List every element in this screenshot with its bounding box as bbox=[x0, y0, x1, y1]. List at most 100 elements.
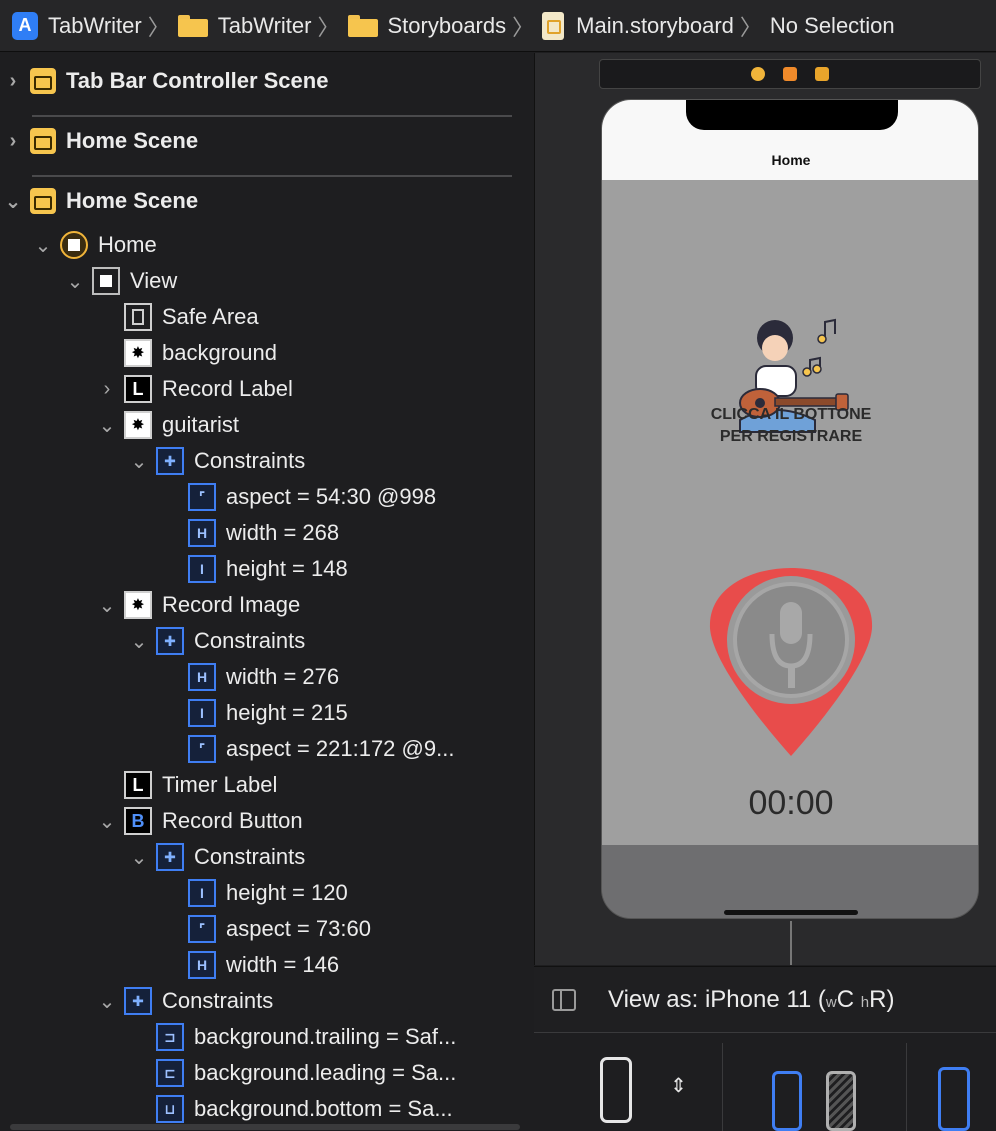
outline-item-record-button[interactable]: ⌄ B Record Button bbox=[98, 803, 303, 839]
outline-item-label: background.trailing = Saf... bbox=[194, 1024, 457, 1049]
outline-item-label: Timer Label bbox=[162, 772, 278, 797]
outline-item-home[interactable]: ⌄ Home bbox=[34, 227, 157, 263]
breadcrumb-selection[interactable]: No Selection bbox=[770, 13, 895, 39]
record-button[interactable] bbox=[706, 568, 876, 758]
outline-item-constraints[interactable]: ⌄ ✚ Constraints bbox=[130, 443, 305, 479]
iphone-scene-preview[interactable]: Home CLICCA IL BOTTONE PER REGISTRARE 00… bbox=[601, 99, 979, 919]
device-notch bbox=[686, 100, 898, 130]
outline-item-label: aspect = 54:30 @998 bbox=[226, 484, 437, 509]
chevron-down-icon[interactable]: ⌄ bbox=[98, 413, 116, 438]
chevron-right-icon[interactable]: › bbox=[4, 70, 22, 93]
outline-item-constraints[interactable]: ⌄ ✚ Constraints bbox=[130, 839, 305, 875]
chevron-down-icon[interactable]: ⌄ bbox=[130, 845, 148, 870]
outline-item-view-constraints[interactable]: ⌄ ✚ Constraints bbox=[98, 983, 273, 1019]
chevron-down-icon[interactable]: ⌄ bbox=[98, 593, 116, 618]
outline-item-label: width = 268 bbox=[226, 520, 340, 545]
segue-connector bbox=[790, 921, 792, 965]
bottom-bar: View as: iPhone 11 (wC hR) bbox=[534, 966, 996, 1033]
aspect-constraint-icon: ⌜ bbox=[188, 915, 216, 943]
device-picker: ⇕ bbox=[534, 1032, 996, 1131]
outline-scene-home-1[interactable]: › Home Scene bbox=[4, 123, 198, 159]
outline-item-constraints[interactable]: ⌄ ✚ Constraints bbox=[130, 623, 305, 659]
chevron-down-icon[interactable]: ⌄ bbox=[34, 233, 52, 258]
jump-bar: A TabWriter 〉 TabWriter 〉 Storyboards 〉 … bbox=[0, 0, 996, 52]
outline-item-record-image[interactable]: ⌄ ✸ Record Image bbox=[98, 587, 300, 623]
chevron-updown-icon[interactable]: ⇕ bbox=[670, 1073, 687, 1098]
outline-constraint-width[interactable]: H width = 146 bbox=[162, 947, 339, 983]
first-responder-icon[interactable] bbox=[783, 67, 797, 81]
outline-item-safe-area[interactable]: Safe Area bbox=[98, 299, 259, 335]
horizontal-scrollbar[interactable] bbox=[10, 1124, 520, 1130]
height-constraint-icon: I bbox=[188, 699, 216, 727]
constraints-icon: ✚ bbox=[156, 447, 184, 475]
view-controller-icon[interactable] bbox=[751, 67, 765, 81]
image-view-icon: ✸ bbox=[124, 591, 152, 619]
chevron-right-icon[interactable]: › bbox=[98, 378, 116, 401]
outline-scene-home-2[interactable]: ⌄ Home Scene bbox=[4, 183, 198, 219]
exit-icon[interactable] bbox=[815, 67, 829, 81]
outline-constraint-aspect[interactable]: ⌜ aspect = 221:172 @9... bbox=[162, 731, 454, 767]
size-class-h: h bbox=[860, 994, 870, 1011]
view-as-device-label[interactable]: View as: iPhone 11 (wC hR) bbox=[608, 986, 894, 1014]
view-controller-icon bbox=[60, 231, 88, 259]
image-view-icon: ✸ bbox=[124, 411, 152, 439]
chevron-down-icon[interactable]: ⌄ bbox=[98, 809, 116, 834]
timer-label: 00:00 bbox=[748, 784, 834, 822]
breadcrumb-folder[interactable]: Storyboards 〉 bbox=[347, 10, 543, 42]
outline-item-label: guitarist bbox=[162, 412, 240, 437]
folder-icon bbox=[347, 14, 378, 37]
outline-constraint-trailing[interactable]: ⊐ background.trailing = Saf... bbox=[130, 1019, 456, 1055]
width-constraint-icon: H bbox=[188, 951, 216, 979]
breadcrumb-file[interactable]: Main.storyboard 〉 bbox=[542, 10, 770, 42]
outline-item-background[interactable]: ✸ background bbox=[98, 335, 277, 371]
breadcrumb-project[interactable]: A TabWriter 〉 bbox=[12, 10, 178, 42]
outline-item-record-label[interactable]: › L Record Label bbox=[98, 371, 293, 407]
breadcrumb-selection-label: No Selection bbox=[769, 12, 895, 38]
constraints-icon: ✚ bbox=[124, 987, 152, 1015]
outline-constraint-aspect[interactable]: ⌜ aspect = 73:60 bbox=[162, 911, 371, 947]
chevron-right-icon: 〉 bbox=[512, 14, 535, 40]
outline-item-view[interactable]: ⌄ View bbox=[66, 263, 177, 299]
chevron-down-icon[interactable]: ⌄ bbox=[98, 989, 116, 1014]
scene-icon bbox=[30, 188, 56, 214]
document-outline-toggle-icon[interactable] bbox=[552, 989, 576, 1011]
device-variation-icon[interactable] bbox=[938, 1067, 970, 1131]
chevron-down-icon[interactable]: ⌄ bbox=[130, 629, 148, 654]
outline-constraint-aspect[interactable]: ⌜ aspect = 54:30 @998 bbox=[162, 479, 436, 515]
outline-scene-tab-bar[interactable]: › Tab Bar Controller Scene bbox=[4, 63, 328, 99]
chevron-down-icon[interactable]: ⌄ bbox=[130, 449, 148, 474]
outline-constraint-bottom[interactable]: ⊔ background.bottom = Sa... bbox=[130, 1091, 453, 1127]
image-view-icon: ✸ bbox=[124, 339, 152, 367]
outline-item-label: Home bbox=[98, 232, 157, 257]
device-portrait-icon[interactable] bbox=[772, 1071, 802, 1131]
outline-item-label: background.leading = Sa... bbox=[194, 1060, 457, 1085]
outline-constraint-height[interactable]: I height = 120 bbox=[162, 875, 348, 911]
chevron-right-icon: 〉 bbox=[317, 14, 340, 40]
constraints-icon: ✚ bbox=[156, 627, 184, 655]
outline-item-label: width = 146 bbox=[226, 952, 340, 977]
size-class-c: C bbox=[836, 986, 855, 1013]
outline-constraint-leading[interactable]: ⊏ background.leading = Sa... bbox=[130, 1055, 456, 1091]
outline-constraint-width[interactable]: H width = 268 bbox=[162, 515, 339, 551]
size-class-r: R) bbox=[869, 986, 895, 1013]
outline-item-label: background.bottom = Sa... bbox=[194, 1096, 453, 1121]
chevron-down-icon[interactable]: ⌄ bbox=[66, 269, 84, 294]
storyboard-canvas[interactable]: Home CLICCA IL BOTTONE PER REGISTRARE 00… bbox=[534, 53, 996, 965]
outline-item-guitarist[interactable]: ⌄ ✸ guitarist bbox=[98, 407, 239, 443]
outline-constraint-height[interactable]: I height = 215 bbox=[162, 695, 348, 731]
outline-item-timer-label[interactable]: L Timer Label bbox=[98, 767, 277, 803]
view-icon bbox=[92, 267, 120, 295]
device-landscape-icon[interactable] bbox=[826, 1071, 856, 1131]
bottom-constraint-icon: ⊔ bbox=[156, 1095, 184, 1123]
outline-item-label: Record Image bbox=[162, 592, 301, 617]
scene-icon bbox=[30, 128, 56, 154]
trailing-constraint-icon: ⊐ bbox=[156, 1023, 184, 1051]
device-iphone-icon[interactable] bbox=[600, 1057, 632, 1123]
outline-constraint-height[interactable]: I height = 148 bbox=[162, 551, 348, 587]
chevron-right-icon[interactable]: › bbox=[4, 130, 22, 153]
chevron-down-icon[interactable]: ⌄ bbox=[4, 189, 22, 214]
breadcrumb-group[interactable]: TabWriter 〉 bbox=[177, 10, 348, 42]
height-constraint-icon: I bbox=[188, 879, 216, 907]
outline-constraint-width[interactable]: H width = 276 bbox=[162, 659, 339, 695]
outline-item-label: height = 120 bbox=[226, 880, 348, 905]
